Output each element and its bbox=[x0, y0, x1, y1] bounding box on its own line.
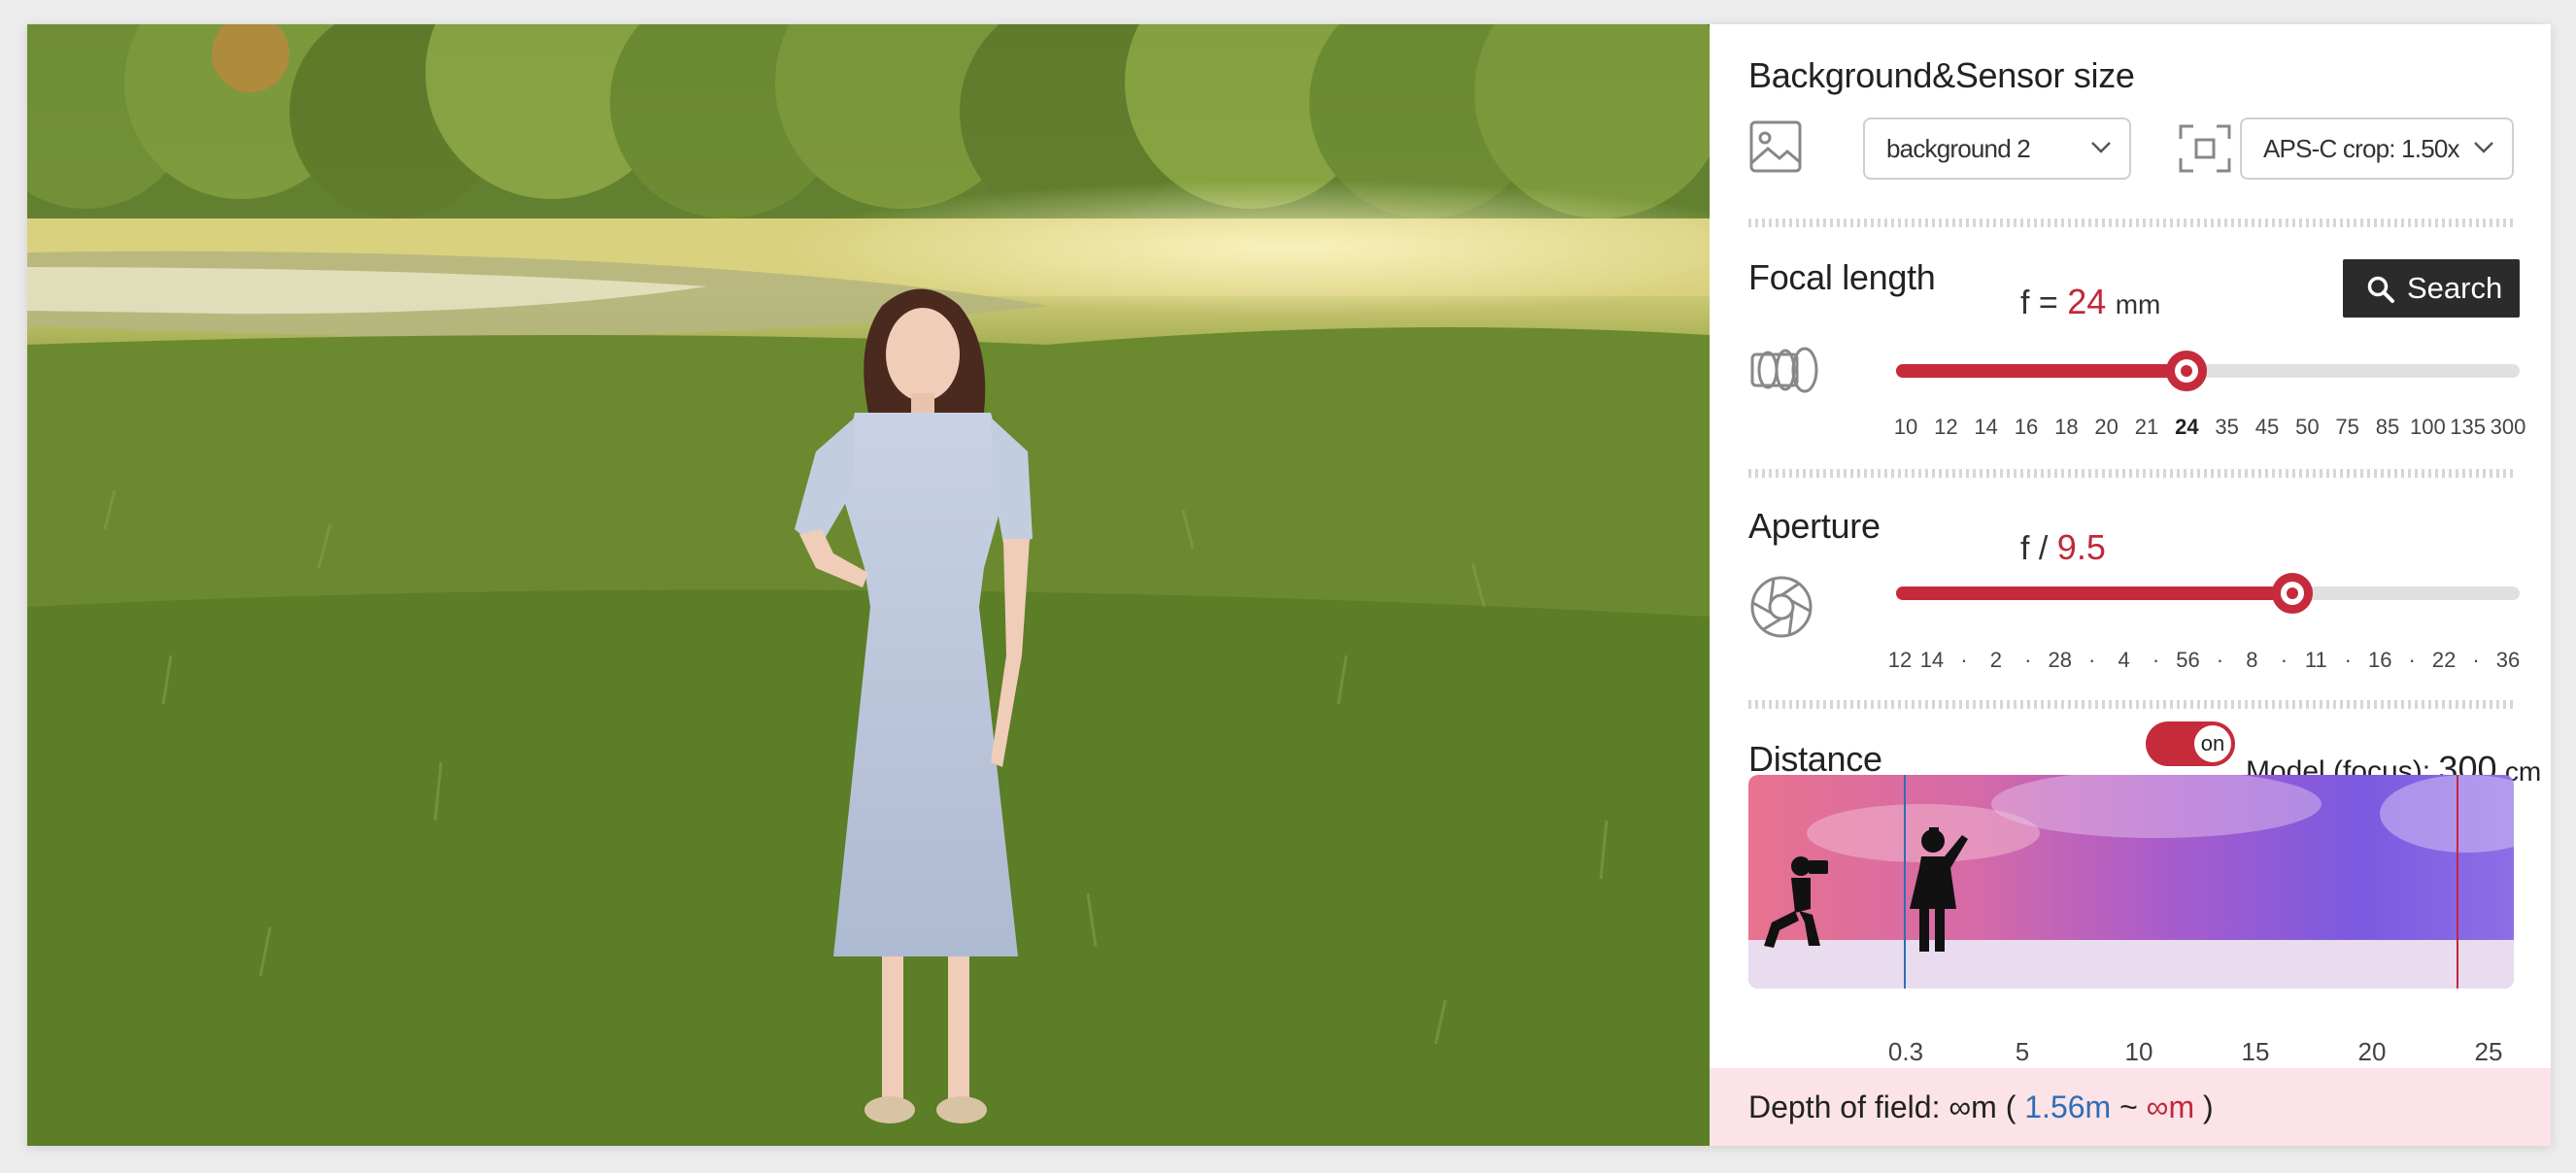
focal-tick: 45 bbox=[2254, 415, 2280, 439]
section-divider bbox=[1748, 469, 2514, 478]
dof-near: 1.56m bbox=[2024, 1089, 2112, 1124]
focal-tick: 24 bbox=[2175, 415, 2199, 439]
focal-length-title: Focal length bbox=[1748, 257, 1936, 297]
aperture-tick: · bbox=[2152, 648, 2160, 672]
chevron-down-icon bbox=[2091, 142, 2111, 153]
background-select-value: background 2 bbox=[1886, 133, 2031, 163]
depth-of-field-bar: Depth of field: ∞m ( 1.56m ~ ∞m ) bbox=[1710, 1068, 2551, 1146]
aperture-tick: · bbox=[2088, 648, 2096, 672]
focal-length-slider[interactable] bbox=[1896, 351, 2520, 391]
aperture-readout: f / 9.5 bbox=[2020, 527, 2106, 568]
focal-length-ticks: 10 12 14 16 18 20 21 24 35 45 50 75 85 100 135 300 bbox=[1710, 415, 2551, 444]
aperture-tick: · bbox=[2344, 648, 2352, 672]
focal-tick: 300 bbox=[2490, 415, 2526, 439]
dof-far: ∞m bbox=[2146, 1089, 2195, 1124]
distance-ground bbox=[1748, 940, 2514, 989]
focus-toggle-knob: on bbox=[2194, 725, 2231, 762]
aperture-tick: 8 bbox=[2246, 648, 2258, 672]
focal-tick: 35 bbox=[2215, 415, 2239, 439]
focal-tick: 14 bbox=[1974, 415, 1998, 439]
focal-length-slider-fill bbox=[1896, 364, 2187, 378]
image-icon bbox=[1749, 120, 1802, 173]
preview-scene bbox=[27, 24, 1710, 1146]
focal-tick: 100 bbox=[2409, 415, 2446, 439]
dof-open-paren: ( bbox=[2005, 1089, 2017, 1124]
dof-separator: ~ bbox=[2119, 1089, 2138, 1124]
control-panel: Background&Sensor size background 2 APS-… bbox=[1710, 24, 2551, 1146]
dof-total: ∞m bbox=[1949, 1089, 1997, 1124]
dof-close-paren: ) bbox=[2203, 1089, 2214, 1124]
app-frame: Background&Sensor size background 2 APS-… bbox=[27, 24, 2551, 1146]
aperture-tick: 22 bbox=[2431, 648, 2457, 672]
aperture-tick: 16 bbox=[2367, 648, 2392, 672]
sensor-select[interactable]: APS-C crop: 1.50x bbox=[2240, 117, 2514, 180]
section-divider bbox=[1748, 700, 2514, 709]
aperture-tick: 12 bbox=[1887, 648, 1913, 672]
search-button[interactable]: Search bbox=[2343, 259, 2520, 318]
distance-tick: 25 bbox=[2474, 1037, 2503, 1066]
focal-length-readout: f = 24 mm bbox=[2020, 282, 2160, 322]
aperture-tick: · bbox=[2280, 648, 2288, 672]
focal-tick: 85 bbox=[2375, 415, 2400, 439]
focal-tick: 18 bbox=[2054, 415, 2079, 439]
aperture-ticks: 12 14 · 2 · 28 · 4 · 56 · 8 · 11 · 16 · 22 · 36 bbox=[1710, 648, 2551, 677]
aperture-slider[interactable] bbox=[1896, 573, 2520, 614]
aperture-slider-fill bbox=[1896, 586, 2293, 600]
distance-ticks: 0.3 5 10 15 20 25 bbox=[1710, 1037, 2551, 1068]
aperture-tick: 11 bbox=[2304, 648, 2327, 672]
aperture-tick: 4 bbox=[2118, 648, 2130, 672]
focal-tick: 12 bbox=[1934, 415, 1958, 439]
aperture-tick: · bbox=[2472, 648, 2480, 672]
focal-tick: 20 bbox=[2094, 415, 2118, 439]
far-limit-line bbox=[2457, 775, 2458, 989]
photographer-icon[interactable] bbox=[1756, 853, 1844, 950]
aperture-tick: 36 bbox=[2495, 648, 2521, 672]
distance-tick: 15 bbox=[2241, 1037, 2270, 1066]
chevron-down-icon bbox=[2474, 142, 2493, 153]
distance-tick: 0.3 bbox=[1887, 1037, 1924, 1066]
focal-tick: 10 bbox=[1893, 415, 1918, 439]
aperture-tick: · bbox=[2216, 648, 2224, 672]
distance-tick: 20 bbox=[2357, 1037, 2387, 1066]
distance-title: Distance bbox=[1748, 739, 1882, 779]
background-select[interactable]: background 2 bbox=[1863, 117, 2131, 180]
focal-tick: 135 bbox=[2450, 415, 2487, 439]
focal-tick: 21 bbox=[2134, 415, 2159, 439]
focal-tick: 16 bbox=[2014, 415, 2039, 439]
aperture-tick: · bbox=[2024, 648, 2032, 672]
aperture-slider-thumb[interactable] bbox=[2272, 573, 2314, 614]
focal-length-slider-thumb[interactable] bbox=[2166, 351, 2208, 391]
lens-icon bbox=[1750, 347, 1818, 393]
background-sensor-title: Background&Sensor size bbox=[1748, 55, 2135, 95]
search-button-label: Search bbox=[2407, 271, 2503, 305]
aperture-tick: 2 bbox=[1989, 648, 2002, 672]
sensor-select-value: APS-C crop: 1.50x bbox=[2263, 133, 2460, 163]
aperture-tick: · bbox=[2408, 648, 2416, 672]
focal-tick: 50 bbox=[2295, 415, 2320, 439]
distance-tick: 10 bbox=[2124, 1037, 2153, 1066]
aperture-tick: 56 bbox=[2176, 648, 2200, 672]
aperture-icon bbox=[1750, 576, 1813, 638]
focal-value: 24 bbox=[2067, 282, 2107, 321]
aperture-title: Aperture bbox=[1748, 506, 1881, 546]
search-icon bbox=[2367, 276, 2394, 303]
distance-visualizer[interactable] bbox=[1748, 775, 2514, 989]
focal-unit: mm bbox=[2115, 289, 2161, 319]
model-figure-icon[interactable] bbox=[1904, 825, 1972, 957]
aperture-prefix: f / bbox=[2020, 530, 2049, 567]
dof-label: Depth of field: bbox=[1748, 1089, 1941, 1124]
section-divider bbox=[1748, 218, 2514, 227]
photo-preview bbox=[27, 24, 1710, 1146]
aperture-value: 9.5 bbox=[2056, 527, 2106, 567]
focal-tick: 75 bbox=[2335, 415, 2359, 439]
distance-tick: 5 bbox=[2015, 1037, 2030, 1066]
aperture-tick: · bbox=[1960, 648, 1968, 672]
aperture-tick: 14 bbox=[1919, 648, 1945, 672]
focal-prefix: f = bbox=[2020, 285, 2058, 321]
aperture-tick: 28 bbox=[2048, 648, 2072, 672]
distance-sky bbox=[1807, 775, 2514, 862]
focus-toggle[interactable]: on bbox=[2146, 721, 2235, 766]
sensor-crop-icon bbox=[2179, 124, 2231, 173]
